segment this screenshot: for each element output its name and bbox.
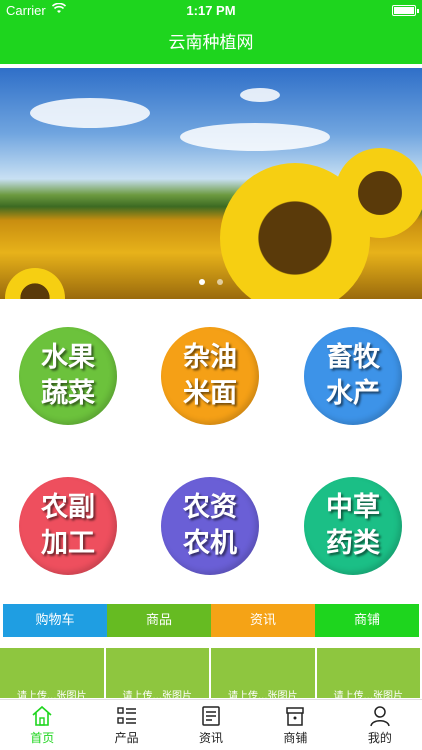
- quick-tab[interactable]: 商铺: [315, 604, 419, 637]
- home-icon: [0, 705, 84, 727]
- product-card[interactable]: 请上传...张图片: [105, 648, 209, 698]
- tab-list[interactable]: 产品: [84, 700, 168, 750]
- clock: 1:17 PM: [186, 3, 236, 18]
- category-button[interactable]: 中草 药类: [304, 477, 402, 575]
- quick-tabs: 购物车 商品 资讯 商铺: [3, 604, 419, 637]
- category-button[interactable]: 农副 加工: [19, 477, 117, 575]
- product-card[interactable]: 请上传...张图片: [0, 648, 104, 698]
- user-icon: [338, 705, 422, 727]
- cloud-decoration: [30, 98, 150, 128]
- tab-user[interactable]: 我的: [338, 700, 422, 750]
- category-label-line2: 蔬菜: [41, 378, 95, 409]
- tab-store[interactable]: 商铺: [253, 700, 337, 750]
- status-bar: Carrier 1:17 PM: [0, 0, 422, 22]
- battery-icon: [392, 5, 419, 16]
- category-button[interactable]: 杂油 米面: [161, 327, 259, 425]
- tab-label: 首页: [30, 731, 55, 745]
- sunflower-image: [335, 148, 422, 238]
- store-icon: [253, 705, 337, 727]
- nav-title: 云南种植网: [0, 22, 422, 64]
- product-caption: 请上传...张图片: [333, 691, 404, 698]
- banner-carousel[interactable]: [0, 68, 422, 299]
- category-label-line1: 农副: [41, 492, 95, 523]
- category-label-line1: 杂油: [183, 342, 237, 373]
- category-button[interactable]: 水果 蔬菜: [19, 327, 117, 425]
- category-label-line1: 畜牧: [326, 342, 380, 373]
- category-button[interactable]: 农资 农机: [161, 477, 259, 575]
- tab-news[interactable]: 资讯: [169, 700, 253, 750]
- product-caption: 请上传...张图片: [16, 691, 87, 698]
- product-grid: 请上传...张图片 请上传...张图片 请上传...张图片 请上传...张图片: [0, 648, 422, 698]
- tab-bar: 首页 产品 资讯 商铺 我的: [0, 699, 422, 750]
- quick-tab[interactable]: 购物车: [3, 604, 107, 637]
- product-caption: 请上传...张图片: [227, 691, 298, 698]
- list-icon: [84, 705, 168, 727]
- product-caption: 请上传...张图片: [122, 691, 193, 698]
- cloud-decoration: [180, 123, 330, 151]
- category-label-line1: 中草: [326, 492, 380, 523]
- carousel-indicator[interactable]: [0, 270, 422, 289]
- category-label-line2: 加工: [41, 528, 95, 559]
- category-label-line2: 药类: [326, 528, 380, 559]
- quick-tab[interactable]: 商品: [107, 604, 211, 637]
- product-card[interactable]: 请上传...张图片: [316, 648, 420, 698]
- category-label-line2: 水产: [326, 378, 380, 409]
- tab-label: 我的: [367, 731, 392, 745]
- carousel-dot[interactable]: [199, 279, 206, 285]
- product-card[interactable]: 请上传...张图片: [211, 648, 315, 698]
- news-icon: [169, 705, 253, 727]
- tab-home[interactable]: 首页: [0, 700, 84, 750]
- tab-label: 资讯: [199, 731, 224, 745]
- quick-tab[interactable]: 资讯: [211, 604, 315, 637]
- cloud-decoration: [240, 88, 280, 102]
- carousel-dot[interactable]: [216, 279, 223, 285]
- category-label-line1: 水果: [41, 342, 95, 373]
- category-label-line1: 农资: [183, 492, 237, 523]
- category-button[interactable]: 畜牧 水产: [304, 327, 402, 425]
- tab-label: 产品: [114, 731, 139, 745]
- category-label-line2: 农机: [183, 528, 237, 559]
- category-label-line2: 米面: [183, 378, 237, 409]
- tab-label: 商铺: [283, 731, 308, 745]
